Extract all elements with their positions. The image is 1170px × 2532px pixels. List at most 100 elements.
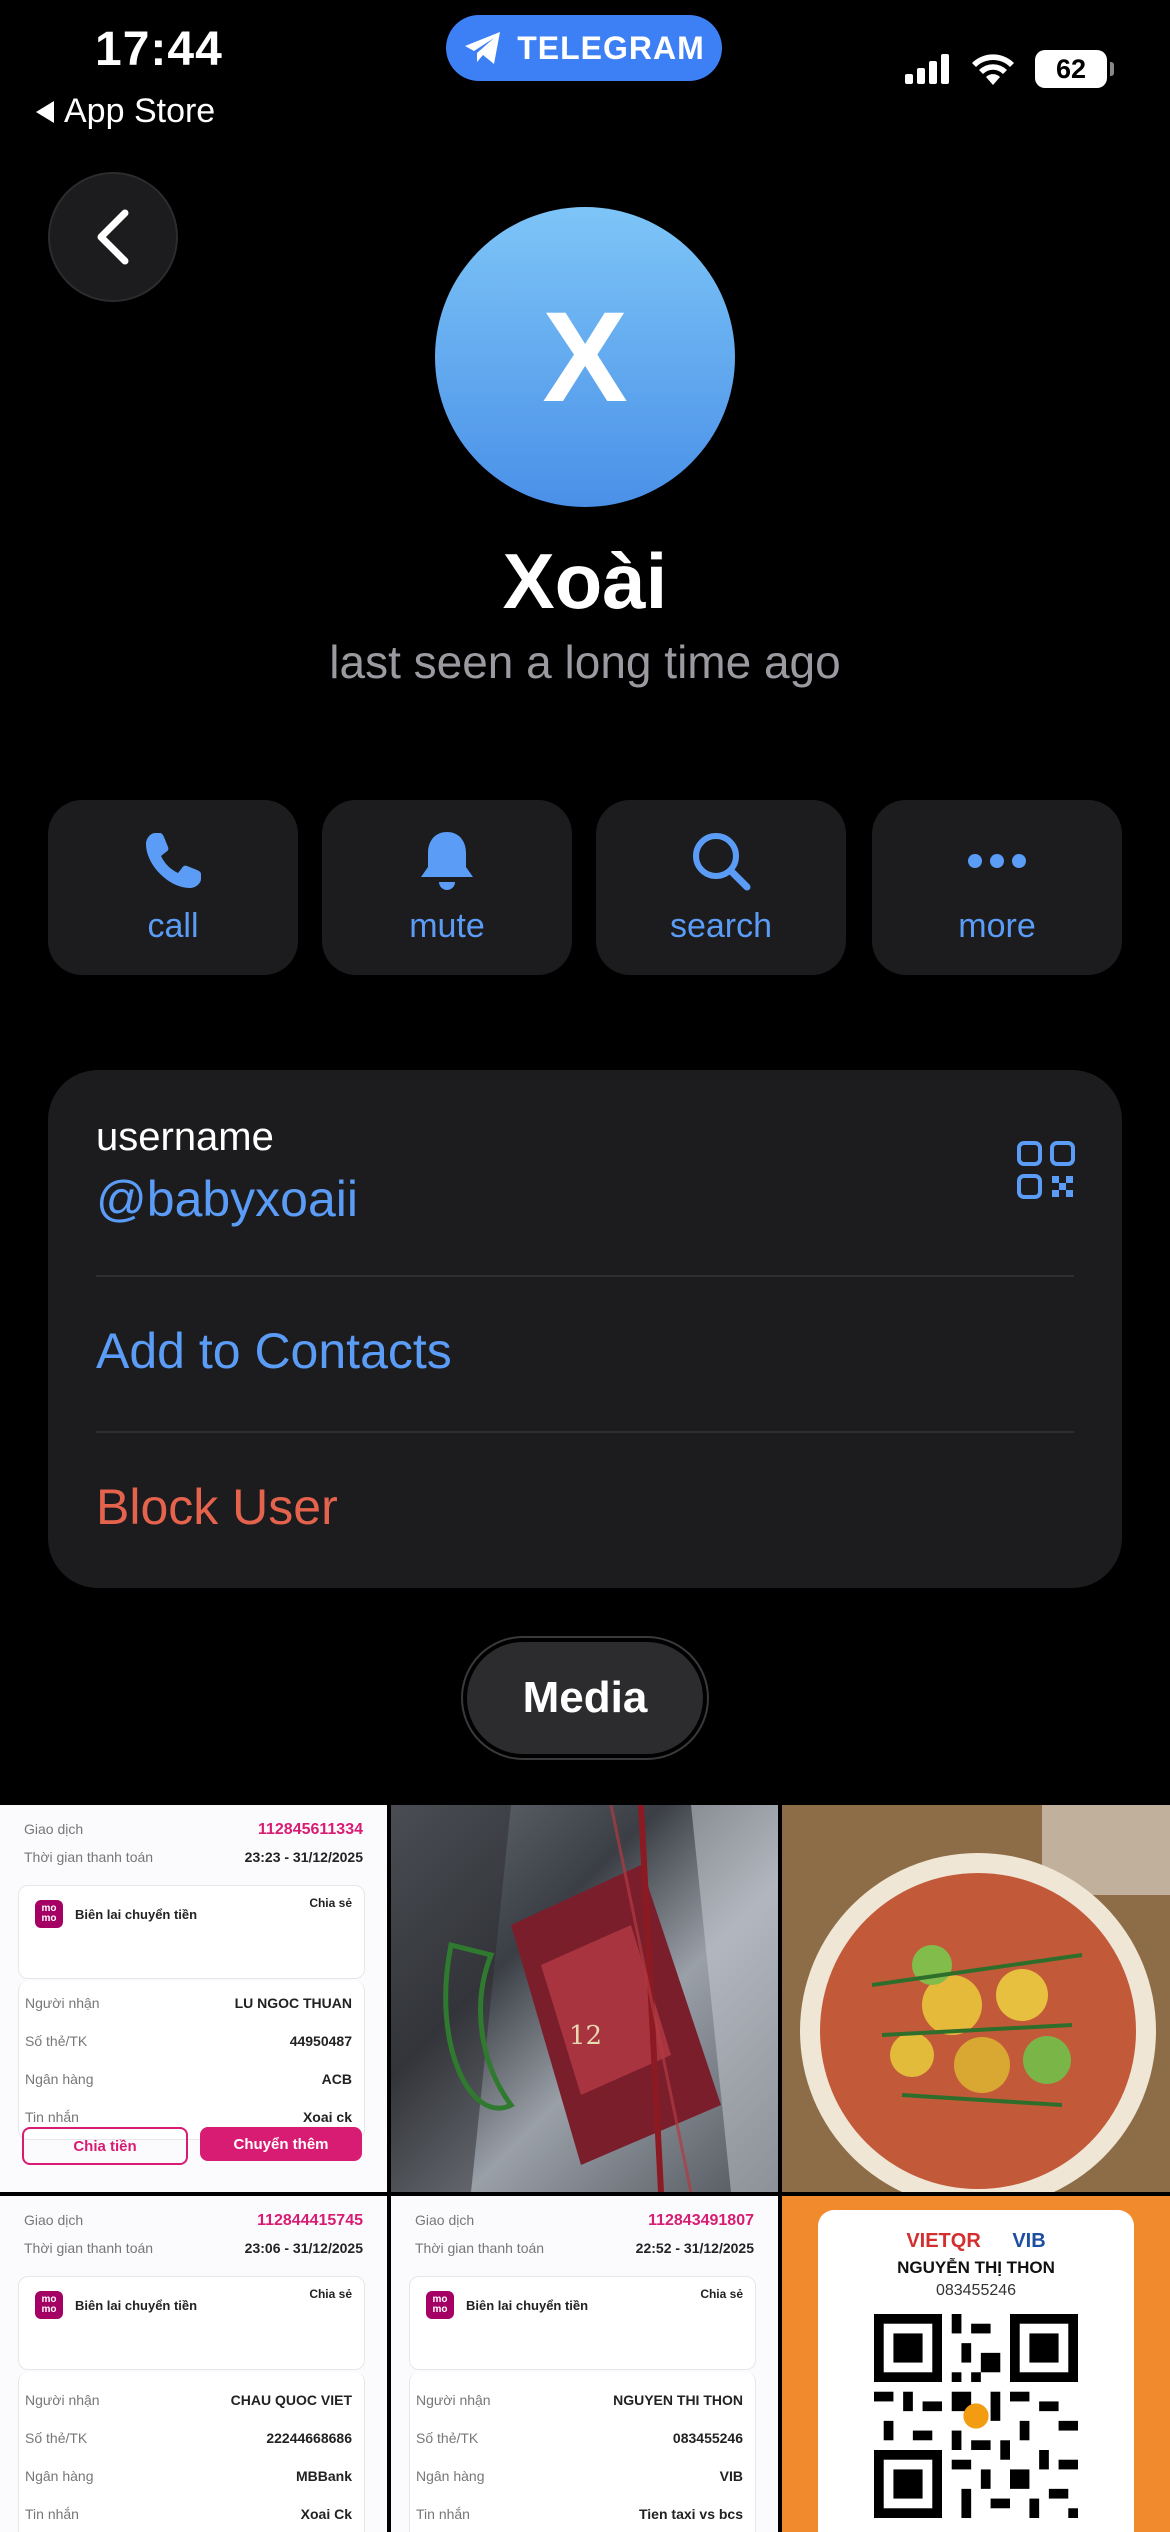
chevron-left-icon xyxy=(97,209,129,265)
tx-label: Giao dịch xyxy=(415,2212,475,2228)
back-button[interactable] xyxy=(48,172,178,302)
tx-time: 22:52 - 31/12/2025 xyxy=(635,2240,754,2256)
telegram-plane-icon xyxy=(465,32,501,64)
tx-id: 112843491807 xyxy=(648,2212,754,2229)
account: 44950487 xyxy=(289,2033,352,2049)
media-qr-card[interactable]: VIETQR VIB NGUYỄN THỊ THON 083455246 xyxy=(782,2196,1170,2532)
receiver: CHAU QUOC VIET xyxy=(230,2392,352,2408)
bottle-label-text: 12 xyxy=(569,2021,603,2051)
account-label: Số thẻ/TK xyxy=(416,2430,479,2446)
bank-label: Ngân hàng xyxy=(416,2468,485,2484)
more-button[interactable]: more xyxy=(872,800,1122,975)
mute-label: mute xyxy=(409,907,485,945)
call-button[interactable]: call xyxy=(48,800,298,975)
cellular-signal-icon xyxy=(905,54,949,84)
back-triangle-icon xyxy=(36,100,54,123)
account: 22244668686 xyxy=(266,2430,352,2446)
avatar[interactable]: X xyxy=(435,207,735,507)
share-label: Chia sẻ xyxy=(309,1896,352,1910)
search-button[interactable]: search xyxy=(596,800,846,975)
more-label: more xyxy=(958,907,1036,945)
receipt-title: Biên lai chuyển tiền xyxy=(75,2297,198,2313)
search-label: search xyxy=(669,907,773,945)
receiver: NGUYEN THI THON xyxy=(613,2392,743,2408)
status-time: 17:44 xyxy=(95,23,223,76)
username-label: username xyxy=(96,1115,274,1159)
tx-time: 23:06 - 31/12/2025 xyxy=(244,2240,363,2256)
back-app-label: App Store xyxy=(64,92,216,130)
separator xyxy=(96,1431,1074,1433)
tx-time: 23:23 - 31/12/2025 xyxy=(244,1849,363,1865)
receipt-title: Biên lai chuyển tiền xyxy=(75,1906,198,1922)
tx-label: Giao dịch xyxy=(24,2212,84,2228)
qr-card-inner: VIETQR VIB NGUYỄN THỊ THON 083455246 xyxy=(818,2210,1134,2532)
split-button: Chia tiền xyxy=(22,2127,188,2165)
mute-button[interactable]: mute xyxy=(322,800,572,975)
bell-icon xyxy=(421,832,473,890)
bank-label: Ngân hàng xyxy=(25,2071,94,2087)
receipt-header: mo mo Biên lai chuyển tiền Chia sẻ xyxy=(18,2276,365,2370)
transfer-button: Chuyển thêm xyxy=(200,2127,362,2161)
search-icon xyxy=(693,833,751,891)
battery-icon: 62 xyxy=(1035,50,1114,88)
vietqr-brand: VIETQR xyxy=(906,2230,981,2252)
message-label: Tin nhắn xyxy=(25,2109,79,2125)
receipt-details: Người nhận NGUYEN THI THON Số thẻ/TK 08345… xyxy=(409,2372,756,2532)
add-to-contacts-button[interactable]: Add to Contacts xyxy=(96,1322,452,1380)
username-value[interactable]: @babyxoaii xyxy=(96,1170,358,1228)
vib-brand: VIB xyxy=(1012,2230,1046,2252)
telegram-pill-label: TELEGRAM xyxy=(517,29,705,66)
media-receipt-1[interactable]: Giao dịch 112845611334 Thời gian thanh to… xyxy=(0,1805,387,2192)
receipt-details: Người nhận LU NGOC THUAN Số thẻ/TK 4495048… xyxy=(18,1981,365,2140)
qr-code-icon[interactable] xyxy=(1016,1140,1076,1200)
media-photo-food[interactable] xyxy=(782,1805,1170,2192)
bank: MBBank xyxy=(295,2468,352,2484)
receiver-label: Người nhận xyxy=(25,1995,100,2011)
message: Xoai ck xyxy=(302,2109,352,2125)
bank-label: Ngân hàng xyxy=(25,2468,94,2484)
message-label: Tin nhắn xyxy=(25,2506,79,2522)
wifi-icon xyxy=(972,54,1014,85)
separator xyxy=(96,1275,1074,1277)
account-label: Số thẻ/TK xyxy=(25,2430,88,2446)
account: 083455246 xyxy=(672,2430,743,2446)
qr-code-image xyxy=(874,2314,1078,2518)
receiver-label: Người nhận xyxy=(25,2392,100,2408)
receiver: LU NGOC THUAN xyxy=(234,1995,352,2011)
bank: ACB xyxy=(321,2071,352,2087)
ellipsis-icon xyxy=(968,854,1026,868)
qr-owner-name: NGUYỄN THỊ THON xyxy=(897,2258,1055,2277)
phone-icon xyxy=(146,833,201,888)
qr-brands: VIETQR VIB xyxy=(818,2230,1134,2253)
bank: VIB xyxy=(719,2468,743,2484)
info-card: username @babyxoaii Add to Contacts Bloc… xyxy=(48,1070,1122,1588)
receipt-header: mo mo Biên lai chuyển tiền Chia sẻ xyxy=(409,2276,756,2370)
momo-logo: mo mo xyxy=(426,2291,454,2319)
media-tab[interactable]: Media xyxy=(463,1638,707,1758)
tx-id: 112844415745 xyxy=(257,2212,363,2229)
share-label: Chia sẻ xyxy=(309,2287,352,2301)
bottle-photo-image xyxy=(391,1805,778,2192)
receipt-header: mo mo Biên lai chuyển tiền Chia sẻ xyxy=(18,1885,365,1979)
profile-name: Xoài xyxy=(502,537,668,625)
back-to-app-store[interactable]: App Store xyxy=(36,92,215,131)
account-label: Số thẻ/TK xyxy=(25,2033,88,2049)
receipt-title: Biên lai chuyển tiền xyxy=(466,2297,589,2313)
message: Xoai Ck xyxy=(300,2506,352,2522)
block-user-button[interactable]: Block User xyxy=(96,1478,338,1536)
tx-label: Giao dịch xyxy=(24,1821,84,1837)
media-receipt-2[interactable]: Giao dịch 112844415745 Thời gian thanh to… xyxy=(0,2196,387,2532)
receiver-label: Người nhận xyxy=(416,2392,491,2408)
media-photo-bottle[interactable]: 12 xyxy=(391,1805,778,2192)
time-label: Thời gian thanh toán xyxy=(24,1849,154,1865)
message: Tien taxi vs bcs xyxy=(638,2506,743,2522)
telegram-pill[interactable]: TELEGRAM xyxy=(446,15,722,81)
momo-logo: mo mo xyxy=(35,1900,63,1928)
share-label: Chia sẻ xyxy=(700,2287,743,2301)
call-label: call xyxy=(147,907,199,945)
status-icons: 62 xyxy=(905,50,1114,88)
food-photo-image xyxy=(782,1805,1170,2192)
media-receipt-3[interactable]: Giao dịch 112843491807 Thời gian thanh to… xyxy=(391,2196,778,2532)
time-label: Thời gian thanh toán xyxy=(24,2240,154,2256)
last-seen-status: last seen a long time ago xyxy=(329,636,841,688)
